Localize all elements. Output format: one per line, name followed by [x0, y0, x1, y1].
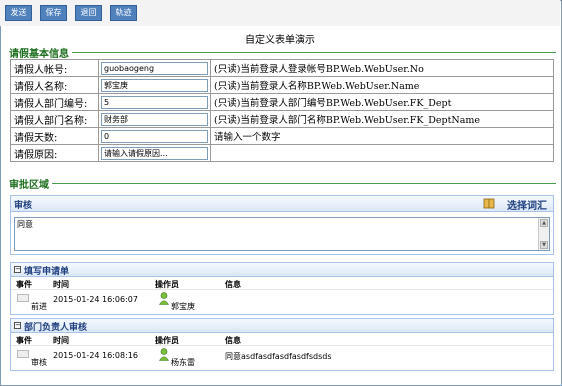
- field-note: (只读)当前登录人登录帐号BP.Web.WebUser.No: [210, 59, 554, 77]
- field-row-reason: 请假原因: 请输入请假原因...: [10, 144, 554, 162]
- field-row-days: 请假天数: 0 请输入一个数字: [10, 127, 554, 145]
- col-info: 信息: [225, 336, 241, 345]
- return-button[interactable]: 退回: [75, 5, 102, 21]
- operator-name: 杨东雷: [171, 358, 195, 367]
- review-textarea[interactable]: 同意 ▲ ▼: [14, 217, 550, 251]
- track-title: 填写申请单: [24, 267, 70, 277]
- field-note: (只读)当前登录人部门编号BP.Web.WebUser.FK_Dept: [210, 93, 554, 111]
- field-label: 请假人部门名称:: [10, 110, 99, 128]
- field-row-dept-name: 请假人部门名称: 财务部 (只读)当前登录人部门名称BP.Web.WebUser…: [10, 110, 554, 128]
- dept-name-input[interactable]: 财务部: [101, 112, 208, 126]
- save-button[interactable]: 保存: [40, 5, 67, 21]
- select-vocabulary-link[interactable]: 选择词汇: [507, 197, 547, 212]
- field-row-account: 请假人帐号: guobaogeng (只读)当前登录人登录帐号BP.Web.We…: [10, 59, 554, 77]
- name-input[interactable]: 郭宝庚: [101, 78, 208, 92]
- track-button[interactable]: 轨迹: [110, 5, 137, 21]
- field-note: (只读)当前登录人部门名称BP.Web.WebUser.FK_DeptName: [210, 110, 554, 128]
- review-title: 审核: [14, 201, 33, 211]
- user-icon: [159, 348, 169, 361]
- event-icon: [17, 294, 29, 302]
- collapse-icon[interactable]: −: [14, 266, 21, 273]
- col-time: 时间: [53, 336, 69, 345]
- basic-info-legend: 请假基本信息: [9, 45, 72, 60]
- track-info: 同意asdfasdfasdfasdfsdsds: [225, 352, 332, 361]
- approval-legend: 审批区域: [9, 176, 52, 191]
- col-operator: 操作员: [155, 280, 179, 289]
- event-label: 审核: [31, 358, 47, 367]
- event-time: 2015-01-24 16:08:16: [53, 351, 138, 360]
- field-label: 请假人部门编号:: [10, 93, 99, 111]
- dept-no-input[interactable]: 5: [101, 95, 208, 109]
- col-event: 事件: [16, 280, 32, 289]
- track-panel-dept-review: − 部门负责人审核 事件 时间 操作员 信息 审核 2015-01-24 16:…: [10, 318, 554, 371]
- collapse-icon[interactable]: −: [14, 322, 21, 329]
- form-title: 自定义表单演示: [245, 35, 315, 46]
- event-label: 前进: [31, 302, 47, 311]
- track-row: 前进 2015-01-24 16:06:07 郭宝庚: [11, 290, 553, 314]
- operator-name: 郭宝庚: [171, 302, 195, 311]
- scroll-down-icon[interactable]: ▼: [540, 241, 548, 249]
- scroll-up-icon[interactable]: ▲: [540, 219, 548, 227]
- track-header: − 填写申请单: [11, 263, 553, 277]
- col-event: 事件: [16, 336, 32, 345]
- track-panel-apply: − 填写申请单 事件 时间 操作员 信息 前进 2015-01-24 16:06…: [10, 262, 554, 315]
- book-icon: [483, 198, 495, 209]
- days-input[interactable]: 0: [101, 129, 208, 143]
- review-panel: 审核 选择词汇 同意 ▲ ▼: [10, 195, 554, 255]
- field-row-name: 请假人名称: 郭宝庚 (只读)当前登录人名称BP.Web.WebUser.Nam…: [10, 76, 554, 94]
- field-row-dept-no: 请假人部门编号: 5 (只读)当前登录人部门编号BP.Web.WebUser.F…: [10, 93, 554, 111]
- toolbar: 发送 保存 退回 轨迹: [0, 0, 560, 26]
- col-operator: 操作员: [155, 336, 179, 345]
- track-row: 审核 2015-01-24 16:08:16 杨东雷 同意asdfasdfasd…: [11, 346, 553, 370]
- field-label: 请假人帐号:: [10, 59, 99, 77]
- send-button[interactable]: 发送: [5, 5, 32, 21]
- field-note: (只读)当前登录人名称BP.Web.WebUser.Name: [210, 76, 554, 94]
- field-label: 请假人名称:: [10, 76, 99, 94]
- account-input[interactable]: guobaogeng: [101, 61, 208, 75]
- leave-info-table: 请假人帐号: guobaogeng (只读)当前登录人登录帐号BP.Web.We…: [10, 59, 554, 162]
- field-label: 请假原因:: [10, 144, 99, 162]
- col-info: 信息: [225, 280, 241, 289]
- field-note: 请输入一个数字: [210, 127, 554, 145]
- field-label: 请假天数:: [10, 127, 99, 145]
- event-time: 2015-01-24 16:06:07: [53, 295, 138, 304]
- review-header: 审核 选择词汇: [11, 196, 553, 212]
- basic-info-divider: [9, 52, 556, 53]
- approval-divider: [9, 183, 556, 184]
- event-icon: [17, 350, 29, 358]
- track-columns: 事件 时间 操作员 信息: [11, 333, 553, 346]
- col-time: 时间: [53, 280, 69, 289]
- review-text: 同意: [17, 220, 33, 229]
- track-header: − 部门负责人审核: [11, 319, 553, 333]
- user-icon: [159, 292, 169, 305]
- textarea-scrollbar[interactable]: ▲ ▼: [538, 218, 549, 250]
- field-note: [210, 144, 554, 162]
- track-title: 部门负责人审核: [24, 323, 88, 333]
- reason-input[interactable]: 请输入请假原因...: [101, 146, 208, 160]
- track-columns: 事件 时间 操作员 信息: [11, 277, 553, 290]
